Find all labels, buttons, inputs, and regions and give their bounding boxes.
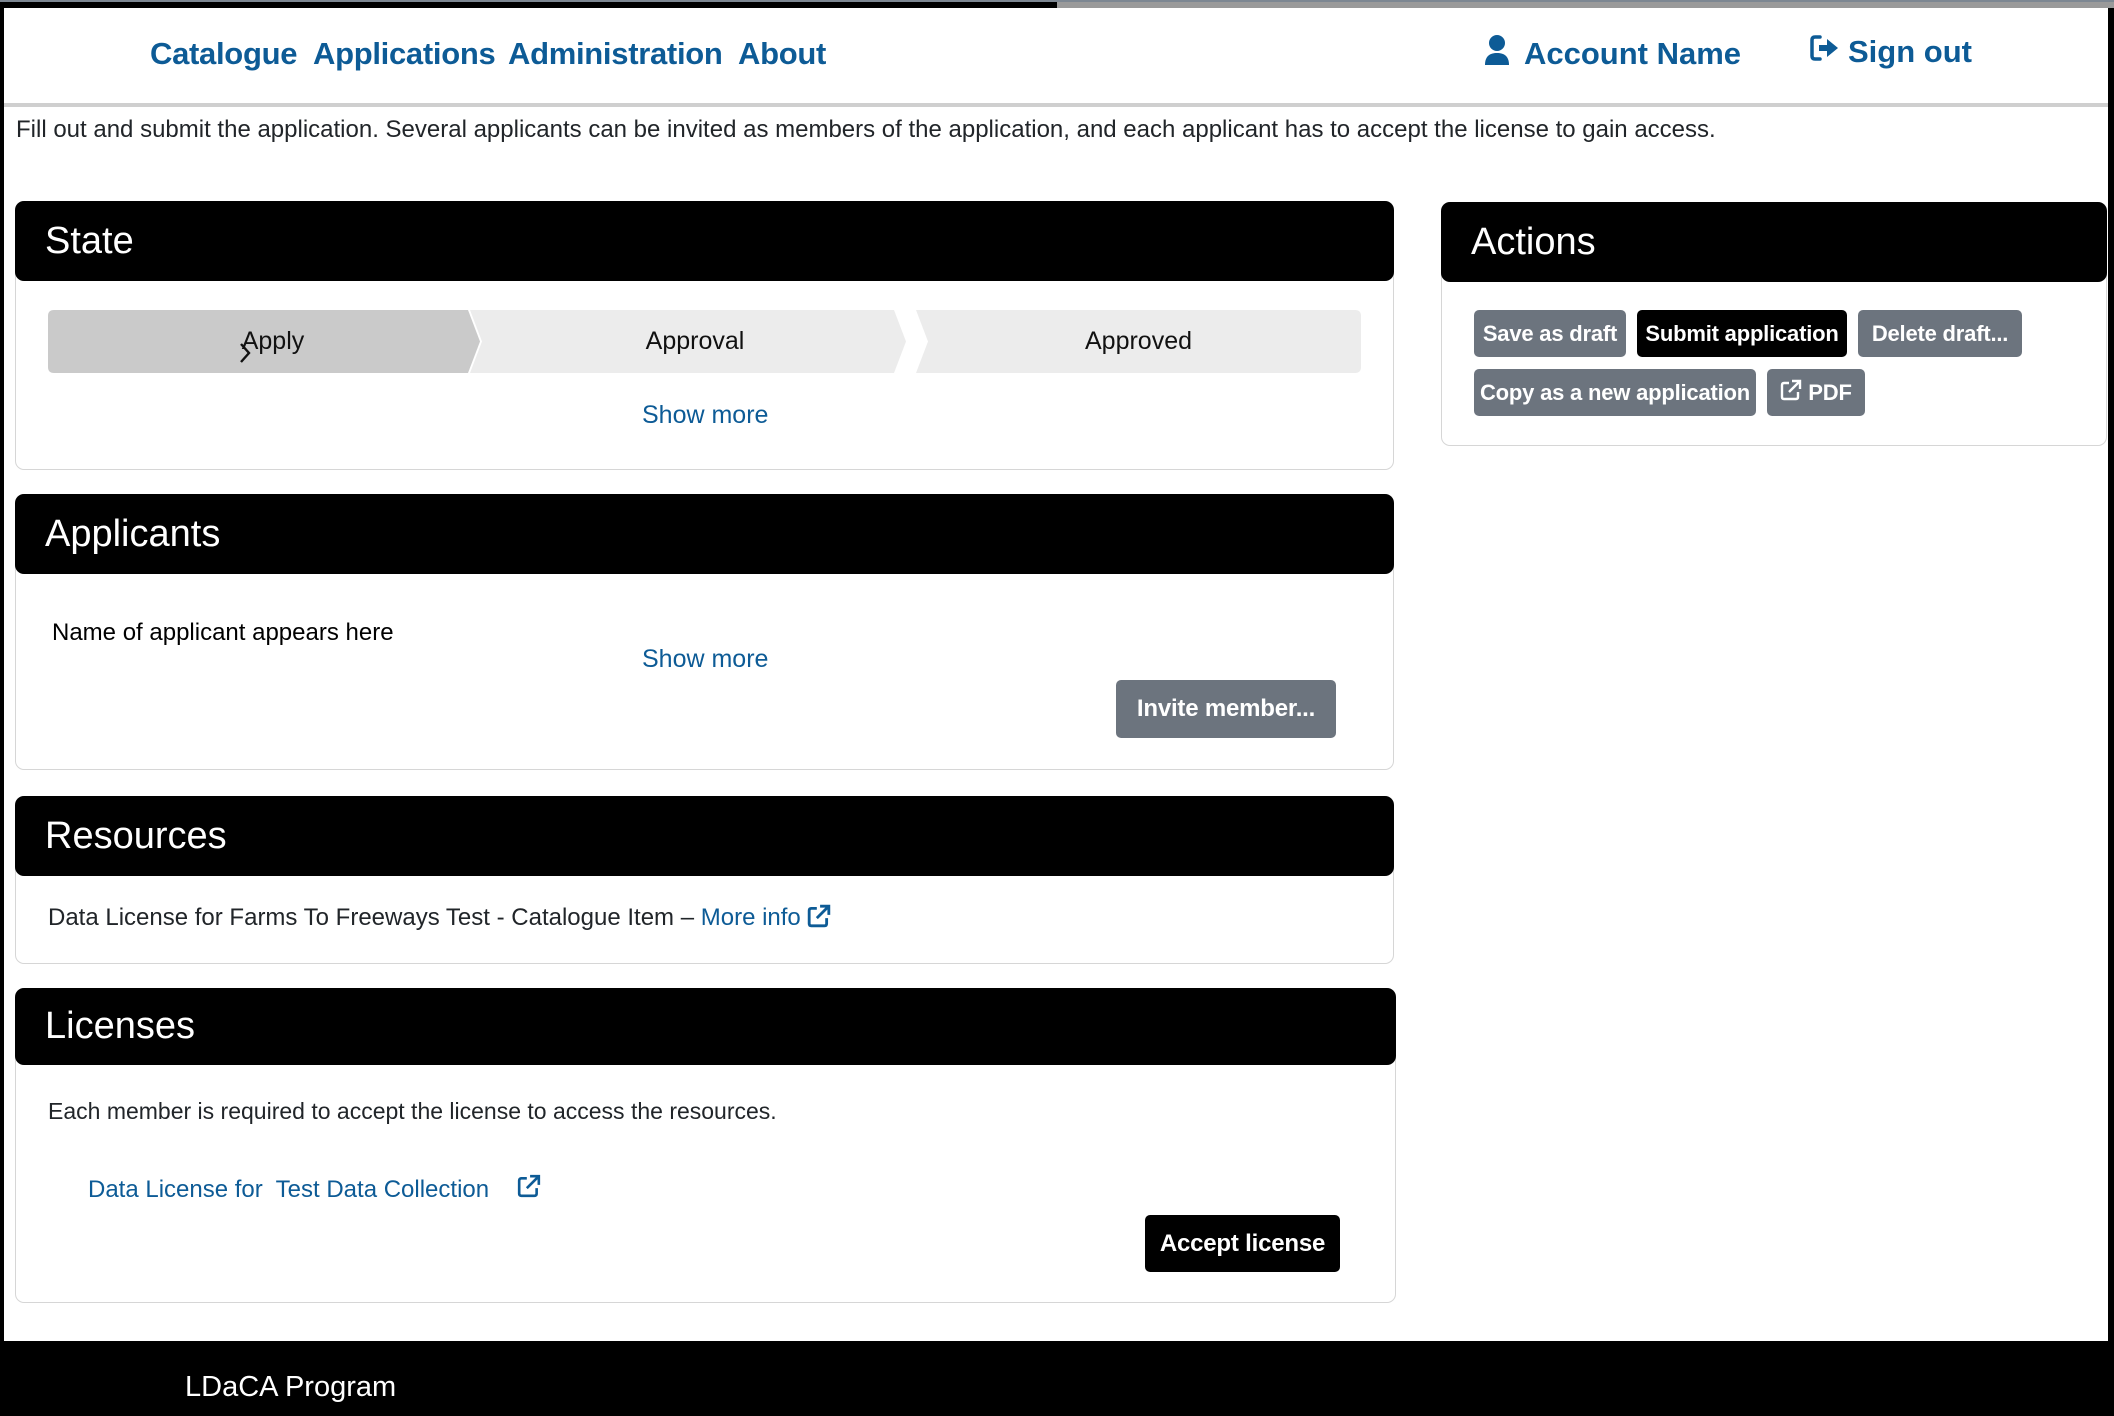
sign-out-label: Sign out xyxy=(1848,34,1972,69)
user-icon xyxy=(1484,34,1510,74)
sign-out-link[interactable]: Sign out xyxy=(1810,34,1972,70)
actions-card-header: Actions xyxy=(1441,202,2107,282)
applicants-card: Applicants Name of applicant appears her… xyxy=(15,494,1394,770)
nav-link-applications[interactable]: Applications xyxy=(313,36,496,72)
invite-member-button[interactable]: Invite member... xyxy=(1116,680,1336,738)
footer-text: LDaCA Program xyxy=(185,1371,397,1403)
applicants-show-more-link[interactable]: Show more xyxy=(642,645,768,674)
footer: LDaCA Program xyxy=(0,1341,2114,1416)
applicant-name: Name of applicant appears here xyxy=(52,619,394,646)
license-link[interactable]: Data License for Test Data Collection xyxy=(88,1174,541,1205)
step-approved: Approved xyxy=(916,310,1361,373)
licenses-description: Each member is required to accept the li… xyxy=(48,1098,777,1124)
step-approved-label: Approved xyxy=(1084,327,1193,355)
external-link-icon xyxy=(807,904,831,931)
submit-application-button[interactable]: Submit application xyxy=(1637,310,1847,357)
resources-card-header: Resources xyxy=(15,796,1394,876)
pdf-button[interactable]: PDF xyxy=(1767,369,1865,416)
licenses-card: Licenses Each member is required to acce… xyxy=(15,988,1396,1303)
state-stepper: Apply Approval Approved xyxy=(48,310,1361,373)
window-frame-left xyxy=(0,0,4,1416)
nav-link-administration[interactable]: Administration xyxy=(508,36,723,72)
more-info-label: More info xyxy=(700,904,801,931)
state-card-header: State xyxy=(15,201,1394,281)
external-link-icon xyxy=(1780,379,1802,407)
resources-card: Resources Data License for Farms To Free… xyxy=(15,796,1394,964)
applicants-card-header: Applicants xyxy=(15,494,1394,574)
license-link-label: Data License for Test Data Collection xyxy=(88,1175,490,1203)
applicants-title: Applicants xyxy=(45,513,221,555)
state-show-more-link[interactable]: Show more xyxy=(642,401,768,430)
page-load-progress xyxy=(0,0,2114,8)
account-menu[interactable]: Account Name xyxy=(1484,34,1741,74)
licenses-title: Licenses xyxy=(45,1005,195,1047)
delete-draft-button[interactable]: Delete draft... xyxy=(1858,310,2022,357)
pdf-label: PDF xyxy=(1808,379,1852,405)
top-navbar: Catalogue Applications Administration Ab… xyxy=(4,8,2108,107)
actions-card: Actions Save as draft Submit application… xyxy=(1441,202,2107,446)
step-apply: Apply xyxy=(48,310,494,373)
nav-link-catalogue[interactable]: Catalogue xyxy=(150,36,297,72)
resource-item-text: Data License for Farms To Freeways Test … xyxy=(48,904,695,931)
sign-out-icon xyxy=(1810,34,1840,70)
accept-license-button[interactable]: Accept license xyxy=(1145,1215,1340,1272)
external-link-icon xyxy=(517,1174,541,1205)
account-name: Account Name xyxy=(1524,36,1742,71)
step-apply-label: Apply xyxy=(241,327,305,355)
save-draft-button[interactable]: Save as draft xyxy=(1474,310,1626,357)
intro-text: Fill out and submit the application. Sev… xyxy=(16,116,1716,143)
step-approval: Approval xyxy=(470,310,920,373)
nav-link-about[interactable]: About xyxy=(738,36,826,72)
resource-item: Data License for Farms To Freeways Test … xyxy=(48,904,831,932)
more-info-link[interactable]: More info xyxy=(701,904,832,931)
state-title: State xyxy=(45,220,134,262)
copy-as-new-application-button[interactable]: Copy as a new application xyxy=(1474,369,1756,416)
resources-title: Resources xyxy=(45,815,227,857)
step-approval-label: Approval xyxy=(645,327,745,355)
licenses-card-header: Licenses xyxy=(15,988,1396,1065)
actions-title: Actions xyxy=(1471,221,1596,263)
state-card: State Apply Approval Approved Show more xyxy=(15,201,1394,470)
window-frame-right xyxy=(2108,0,2114,1416)
